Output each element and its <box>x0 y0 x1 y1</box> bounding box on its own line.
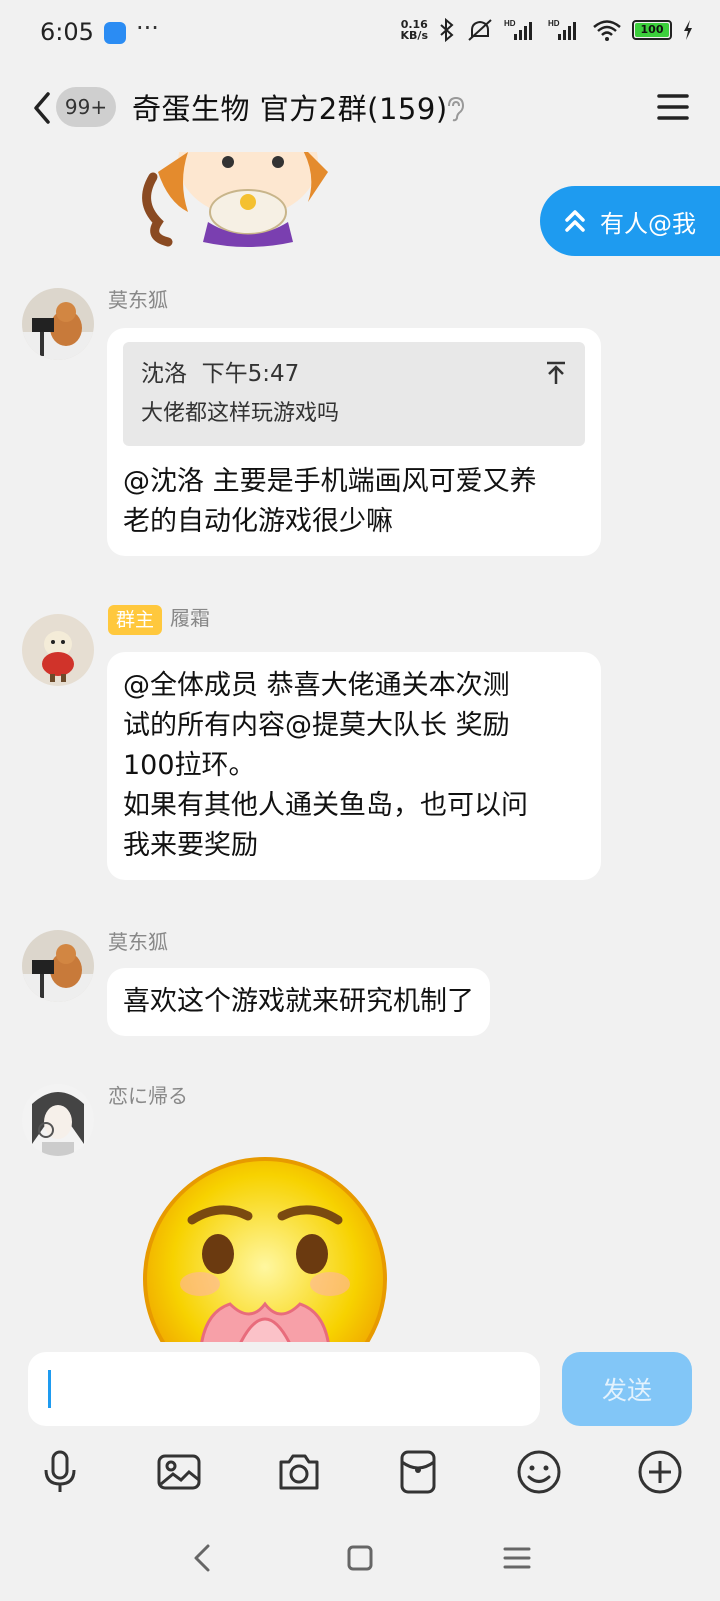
sender-name: 莫东狐 <box>108 930 168 954</box>
message-line: @全体成员 恭喜大佬通关本次测 <box>123 670 510 701</box>
text-caret <box>48 1370 51 1408</box>
more-notifications-icon: ··· <box>136 14 159 42</box>
image-icon[interactable] <box>155 1448 203 1496</box>
menu-icon[interactable] <box>656 90 690 124</box>
system-navigation-bar <box>0 1514 720 1601</box>
message-line: 如果有其他人通关鱼岛，也可以问 <box>123 790 528 821</box>
voice-icon[interactable] <box>36 1448 84 1496</box>
svg-text:HD: HD <box>504 19 516 28</box>
send-button[interactable]: 发送 <box>562 1352 692 1426</box>
message-bubble[interactable]: @全体成员 恭喜大佬通关本次测 试的所有内容@提莫大队长 奖励 100拉环。 如… <box>107 652 601 880</box>
svg-text:HD: HD <box>548 19 560 28</box>
sender-line: 群主 履霜 <box>108 602 210 635</box>
sender-name: 履霜 <box>170 606 211 630</box>
message-bubble[interactable]: 沈洛 下午5:47 大佬都这样玩游戏吗 @沈洛 主要是手机端画风可爱又养 老的自… <box>107 328 601 556</box>
emoji-sticker[interactable] <box>140 1154 390 1342</box>
quote-header: 沈洛 下午5:47 <box>141 354 567 394</box>
camera-icon[interactable] <box>275 1448 323 1496</box>
battery-icon: 100 <box>632 20 672 40</box>
group-owner-badge: 群主 <box>108 604 163 635</box>
nav-home-icon[interactable] <box>344 1542 376 1574</box>
back-icon[interactable] <box>28 88 58 128</box>
wifi-icon <box>593 20 621 41</box>
message-line: 喜欢这个游戏就来研究机制了 <box>123 986 474 1017</box>
jump-to-original-icon[interactable] <box>545 360 567 386</box>
charging-icon <box>684 20 692 40</box>
chat-title[interactable]: 奇蛋生物 官方2群(159) <box>132 86 448 128</box>
signal-1-icon: HD <box>504 19 532 40</box>
message-input[interactable] <box>28 1352 540 1426</box>
quote-author: 沈洛 <box>141 361 187 387</box>
mute-icon <box>468 19 492 41</box>
nav-recents-icon[interactable] <box>501 1542 533 1574</box>
input-toolbar <box>0 1434 720 1514</box>
message-line: 老的自动化游戏很少嘛 <box>123 506 393 537</box>
message-list[interactable]: 有人@我 莫东狐 沈洛 下午5:47 大佬都这样玩游戏吗 @沈洛 主要是手机端画… <box>0 152 720 1342</box>
message-bubble[interactable]: 喜欢这个游戏就来研究机制了 <box>107 968 490 1036</box>
input-bar: 发送 <box>0 1342 720 1434</box>
at-me-jump-button[interactable]: 有人@我 <box>540 186 720 256</box>
bluetooth-icon <box>440 18 454 42</box>
double-chevron-up-icon <box>565 210 585 232</box>
quoted-message[interactable]: 沈洛 下午5:47 大佬都这样玩游戏吗 <box>123 342 585 446</box>
avatar[interactable] <box>22 614 94 686</box>
status-bar: 6:05 ··· 0.16 KB/s HD HD 100 <box>0 0 720 66</box>
battery-level: 100 <box>635 23 669 37</box>
sticker-image[interactable] <box>128 152 368 252</box>
network-speed: 0.16 KB/s <box>400 18 428 42</box>
emoji-icon[interactable] <box>515 1448 563 1496</box>
unread-count-badge[interactable]: 99+ <box>56 87 116 127</box>
signal-2-icon: HD <box>548 19 576 40</box>
avatar[interactable] <box>22 930 94 1002</box>
at-me-label: 有人@我 <box>600 209 696 238</box>
quote-time: 下午5:47 <box>201 361 300 387</box>
avatar[interactable] <box>22 1084 94 1156</box>
plus-icon[interactable] <box>636 1448 684 1496</box>
app-notification-icon <box>104 22 126 44</box>
red-packet-icon[interactable] <box>394 1448 442 1496</box>
sender-name: 莫东狐 <box>108 288 168 312</box>
ear-icon <box>448 96 465 122</box>
message-line: 我来要奖励 <box>123 830 258 861</box>
message-line: 100拉环。 <box>123 750 256 781</box>
nav-back-icon[interactable] <box>188 1542 220 1574</box>
message-line: @沈洛 主要是手机端画风可爱又养 <box>123 466 537 497</box>
message-line: 试的所有内容@提莫大队长 奖励 <box>123 710 510 741</box>
sender-name: 恋に帰る <box>108 1084 188 1108</box>
status-time: 6:05 <box>40 18 94 46</box>
status-icons: 0.16 KB/s HD HD 100 <box>401 18 694 42</box>
chat-header: 99+ 奇蛋生物 官方2群(159) <box>0 66 720 152</box>
quote-text: 大佬都这样玩游戏吗 <box>141 401 340 426</box>
avatar[interactable] <box>22 288 94 360</box>
